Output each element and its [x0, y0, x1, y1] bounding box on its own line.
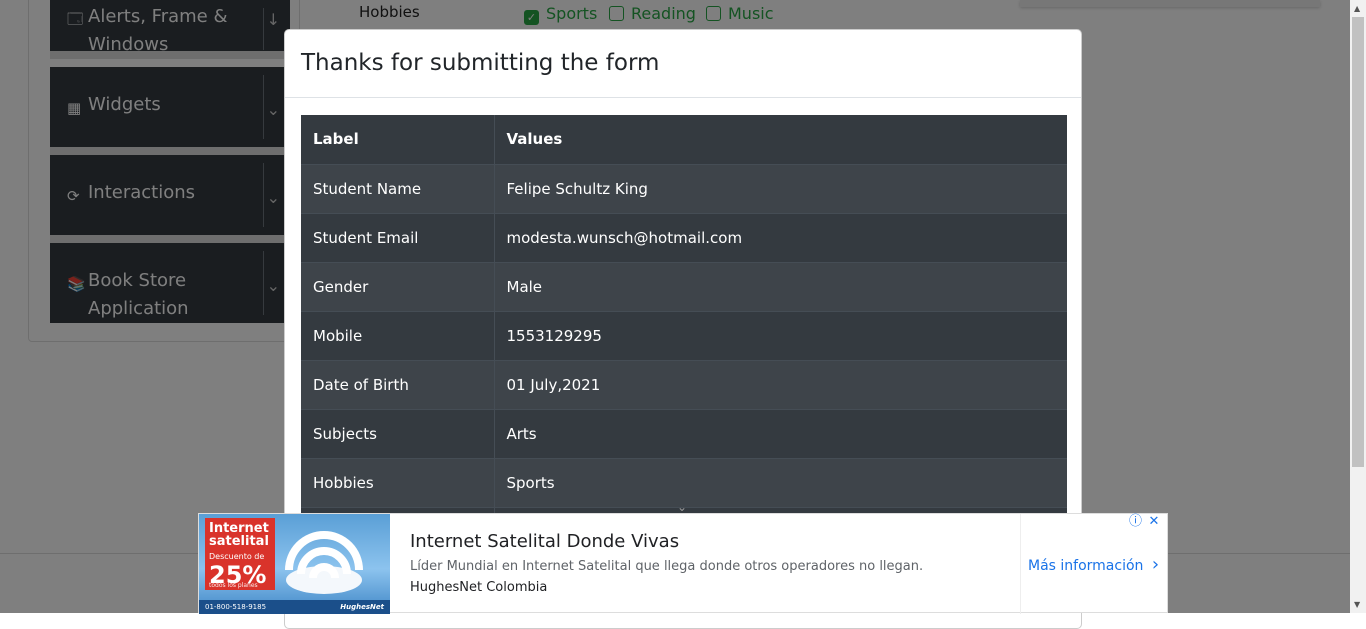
row-label: Subjects [301, 408, 495, 458]
modal-title: Thanks for submitting the form [301, 50, 660, 76]
table-row: Student Email modesta.wunsch@hotmail.com [301, 212, 1067, 262]
chevron-down-icon: ⌄ [677, 500, 688, 514]
row-label: Hobbies [301, 457, 495, 507]
ad-cta-button[interactable]: Más información › [1028, 554, 1159, 575]
row-value: Male [494, 261, 1067, 311]
row-label: Student Email [301, 212, 495, 262]
scroll-up-icon[interactable]: ▲ [1354, 4, 1360, 13]
row-value: 01 July,2021 [494, 359, 1067, 409]
column-header-label: Label [301, 115, 495, 164]
ad-title[interactable]: Internet Satelital Donde Vivas [410, 531, 679, 552]
row-value: Felipe Schultz King [494, 163, 1067, 213]
ad-image[interactable]: Internet satelital Descuento de 25% todo… [199, 514, 390, 614]
ad-divider [1020, 514, 1021, 614]
row-value: 1553129295 [494, 310, 1067, 360]
modal-header: Thanks for submitting the form [285, 30, 1081, 98]
ad-image-brand: HughesNet [340, 603, 384, 611]
row-label: Date of Birth [301, 359, 495, 409]
ad-image-footer: 01-800-518-9185 HughesNet [199, 600, 390, 614]
column-header-values: Values [494, 115, 1067, 164]
ad-cta-label: Más información [1028, 558, 1144, 574]
row-value: modesta.wunsch@hotmail.com [494, 212, 1067, 262]
table-row: Student Name Felipe Schultz King [301, 163, 1067, 213]
row-label: Student Name [301, 163, 495, 213]
row-label: Gender [301, 261, 495, 311]
scroll-down-icon[interactable]: ▼ [1354, 600, 1360, 609]
chevron-right-icon: › [1151, 554, 1160, 575]
ad-image-phone: 01-800-518-9185 [205, 603, 267, 611]
table-row: Date of Birth 01 July,2021 [301, 359, 1067, 409]
table-row: Subjects Arts [301, 408, 1067, 458]
ad-image-promo: Descuento de [209, 552, 265, 561]
ad-image-note: todos los planes [209, 582, 258, 589]
ad-description: Líder Mundial en Internet Satelital que … [410, 559, 924, 574]
submission-table: Label Values Student Name Felipe Schultz… [301, 115, 1067, 556]
table-row: Gender Male [301, 261, 1067, 311]
ad-image-headline: Internet satelital [209, 521, 269, 549]
row-value: Arts [494, 408, 1067, 458]
row-value: Sports [494, 457, 1067, 507]
page-scrollbar[interactable]: ▲ ▼ [1350, 0, 1366, 613]
ad-promo-box: Internet satelital Descuento de 25% todo… [205, 518, 275, 590]
ad-close-icon[interactable]: ✕ [1147, 515, 1161, 529]
wifi-cloud-icon [285, 531, 363, 594]
row-label: Mobile [301, 310, 495, 360]
table-header-row: Label Values [301, 115, 1067, 164]
advertisement-banner[interactable]: Internet satelital Descuento de 25% todo… [198, 513, 1168, 614]
ad-info-icon[interactable]: ⓘ [1129, 515, 1143, 529]
scrollbar-thumb[interactable] [1352, 17, 1364, 467]
ad-advertiser: HughesNet Colombia [410, 580, 548, 595]
table-row: Mobile 1553129295 [301, 310, 1067, 360]
